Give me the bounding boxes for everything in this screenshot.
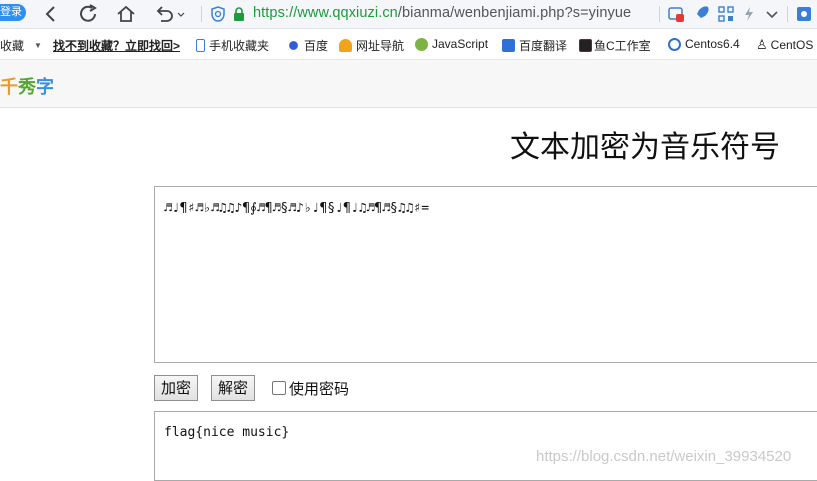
bookmark-favorites[interactable]: 收藏 ▼	[0, 37, 42, 54]
undo-dropdown-icon[interactable]	[153, 4, 185, 24]
bookmark-label: JavaScript	[432, 37, 489, 51]
fishc-icon	[579, 39, 592, 52]
bookmark-label: 收藏	[0, 39, 25, 53]
bookmark-fishc[interactable]: 鱼C工作室	[579, 37, 651, 54]
bookmark-centos[interactable]: ♙ CentOS	[756, 37, 813, 53]
bookmark-recover[interactable]: 找不到收藏？立即找回>	[53, 37, 180, 54]
toolbar-divider	[659, 6, 660, 22]
logo-char: 秀	[18, 77, 36, 97]
bookmarks-bar: 收藏 ▼ 找不到收藏？立即找回> 手机收藏夹 百度 网址导航 JavaScrip…	[0, 29, 817, 60]
chevron-down-icon: ▼	[34, 41, 42, 50]
bookmark-label: 找不到收藏？立即找回>	[53, 39, 181, 53]
home-icon[interactable]	[115, 4, 137, 24]
notification-icon[interactable]	[668, 6, 684, 22]
decrypt-button[interactable]: 解密	[211, 375, 256, 401]
bookmark-baidu[interactable]: 百度	[287, 37, 328, 54]
logo-char: 字	[36, 77, 54, 97]
lock-icon	[234, 7, 244, 21]
site-header: 千秀字	[0, 60, 817, 108]
bookmark-javascript[interactable]: JavaScript	[415, 37, 488, 51]
encrypt-button[interactable]: 加密	[154, 375, 199, 401]
chevron-down-icon[interactable]	[764, 6, 780, 22]
bookmark-baidu-translate[interactable]: 百度翻译	[502, 37, 567, 54]
browser-toolbar: 登录 https://www.qqxiuzi.cn/bianma/wenbenj…	[0, 0, 817, 29]
login-button[interactable]: 登录	[0, 4, 26, 21]
site-logo[interactable]: 千秀字	[0, 73, 54, 99]
back-icon[interactable]	[40, 4, 62, 24]
toolbar-divider	[787, 6, 788, 22]
bookmark-label: Centos6.4	[685, 37, 740, 51]
input-textarea[interactable]: ♬♩¶♯♬♭♬♫♫♪¶∮♬¶♬§♬♪♭♩¶§♩¶♩♫♬¶♬§♫♫♯=	[154, 186, 817, 363]
output-textarea[interactable]: flag{nice music}	[154, 411, 817, 481]
bookmark-centos64[interactable]: Centos6.4	[668, 37, 740, 51]
url-path: /bianma/wenbenjiami.php?s=yinyue	[397, 5, 632, 21]
globe-icon	[415, 37, 428, 51]
bookmark-mobile[interactable]: 手机收藏夹	[196, 37, 269, 54]
use-password-label: 使用密码	[289, 380, 350, 398]
linux-penguin-icon: ♙	[756, 37, 768, 52]
baidu-paw-icon	[287, 39, 300, 52]
watermark-text: https://blog.csdn.net/weixin_39934520	[536, 448, 792, 465]
use-password-checkbox[interactable]	[272, 381, 286, 395]
centos-icon	[668, 37, 681, 51]
hao123-icon	[339, 39, 352, 52]
reload-icon[interactable]	[78, 4, 100, 24]
phone-icon	[196, 39, 205, 52]
bookmark-label: 鱼C工作室	[594, 39, 651, 53]
address-bar[interactable]: https://www.qqxiuzi.cn/bianma/wenbenjiam…	[253, 5, 631, 21]
bookmark-label: 网址导航	[356, 39, 405, 53]
bookmark-label: 手机收藏夹	[209, 39, 270, 53]
bookmark-label: 百度翻译	[519, 39, 568, 53]
extension-icon[interactable]	[796, 6, 812, 22]
page-title: 文本加密为音乐符号	[510, 130, 780, 165]
logo-char: 千	[0, 77, 18, 97]
url-host: https://www.qqxiuzi.cn	[253, 5, 398, 21]
translate-icon	[502, 39, 515, 52]
bookmark-hao123[interactable]: 网址导航	[339, 37, 404, 54]
bookmark-label: CentOS	[770, 38, 814, 52]
lightning-icon[interactable]	[741, 6, 757, 22]
shield-icon[interactable]	[210, 6, 226, 22]
qr-code-icon[interactable]	[718, 6, 734, 22]
toolbar-divider	[201, 6, 202, 22]
bookmark-label: 百度	[304, 39, 329, 53]
rocket-icon[interactable]	[693, 6, 709, 22]
